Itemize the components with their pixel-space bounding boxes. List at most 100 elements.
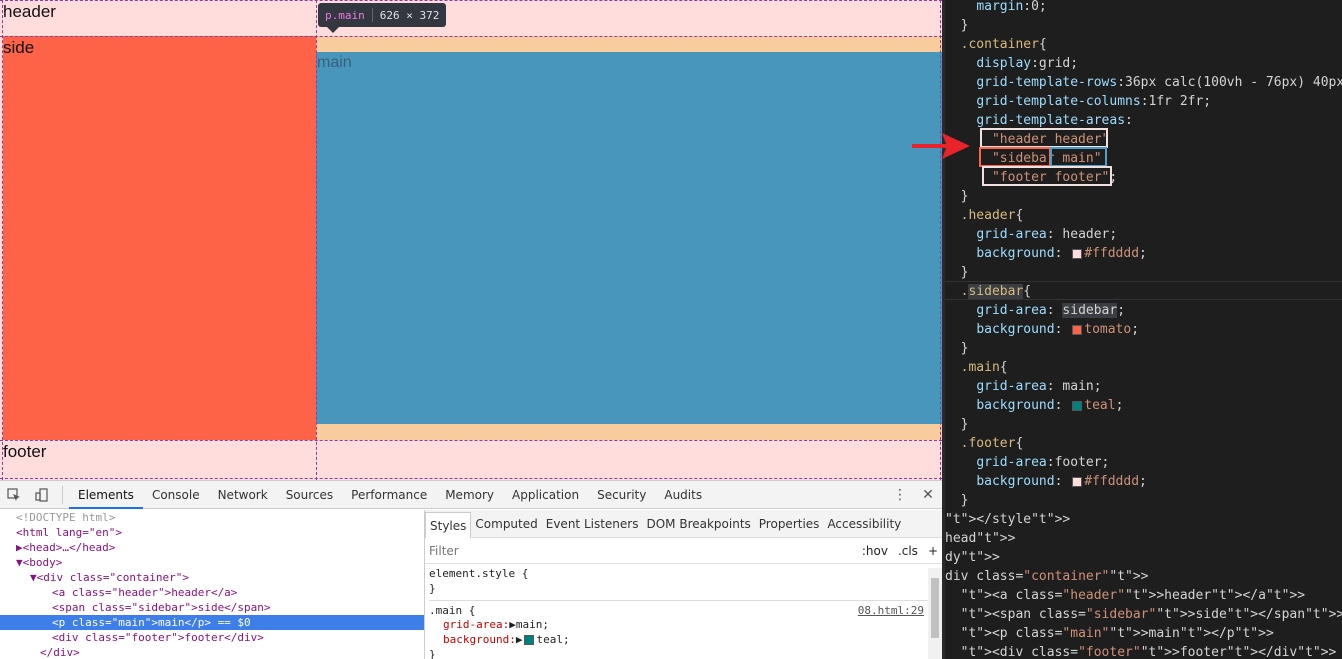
tree-node-container-close[interactable]: </div> [0,645,424,659]
code-line[interactable]: grid-area: sidebar; [945,301,1125,320]
tree-node-body[interactable]: ▼<body> [0,555,424,570]
code-line[interactable]: } [945,339,969,358]
styles-tabbar: Styles Computed Event Listeners DOM Brea… [425,510,942,538]
tree-node-html[interactable]: <html lang="en"> [0,525,424,540]
tab-computed[interactable]: Computed [471,510,541,538]
devtools-tabbar: Elements Console Network Sources Perform… [0,481,942,509]
grid-area-value: main; [515,618,549,631]
teal-swatch-icon[interactable] [524,635,535,645]
code-line[interactable]: } [945,415,969,434]
code-line[interactable]: dy"t">> [945,548,1000,567]
tab-console[interactable]: Console [143,481,209,509]
tab-application[interactable]: Application [503,481,588,509]
inspect-element-icon[interactable] [0,481,28,509]
tooltip-pointer [327,27,339,33]
tree-node-doctype[interactable]: <!DOCTYPE html> [0,510,424,525]
main-area-outline [1050,147,1107,167]
more-options-icon[interactable]: ⋮ [886,481,914,509]
tab-accessibility[interactable]: Accessibility [823,510,905,538]
code-line[interactable]: "t"></style"t">> [945,510,1070,529]
code-line[interactable]: head"t">> [945,529,1015,548]
code-line[interactable]: "t"><span class="sidebar""t">>side"t"></… [945,605,1342,624]
background-declaration[interactable]: background:▶ teal; [429,632,938,647]
tree-node-head[interactable]: ▶<head>…</head> [0,540,424,555]
grid-sidebar-area [3,36,316,440]
code-line[interactable]: div class="container""t">> [945,567,1149,586]
tooltip-divider [371,8,373,22]
grid-header-area [0,0,942,36]
element-style-rule[interactable]: element.style { [429,566,938,581]
code-line[interactable]: } [945,491,969,510]
color-swatch-icon [1072,476,1083,487]
tree-node-main-selected[interactable]: <p class="main">main</p> == $0 [0,615,424,630]
code-line[interactable]: } [945,16,969,35]
header-area-outline [980,128,1108,148]
styles-scrollbar[interactable] [928,568,942,659]
main-rule-selector[interactable]: .main { [429,604,475,617]
code-line[interactable]: background: #ffdddd; [945,472,1147,491]
add-rule-icon[interactable]: + [928,544,938,558]
color-swatch-icon [1072,400,1083,411]
grid-line [0,0,942,1]
code-line[interactable]: .sidebar{ [945,282,1031,301]
code-line[interactable]: .main{ [945,358,1008,377]
elements-tree: <!DOCTYPE html> <html lang="en"> ▶<head>… [0,510,424,659]
tab-properties[interactable]: Properties [755,510,824,538]
tabbar-divider [62,485,63,504]
tab-sources[interactable]: Sources [277,481,342,509]
tab-security[interactable]: Security [588,481,655,509]
device-toolbar-icon[interactable] [28,481,56,509]
grid-line [940,0,941,480]
tree-node-container[interactable]: ▼<div class="container"> [0,570,424,585]
code-line[interactable]: margin:0; [945,0,1046,16]
code-line[interactable]: "t"><div class="footer""t">>footer"t"></… [945,643,1337,659]
tab-audits[interactable]: Audits [655,481,711,509]
tab-event-listeners[interactable]: Event Listeners [542,510,643,538]
code-line[interactable]: background: #ffdddd; [945,244,1147,263]
cls-toggle[interactable]: .cls [898,544,918,558]
tab-dom-breakpoints[interactable]: DOM Breakpoints [642,510,754,538]
code-line[interactable]: grid-area: main; [945,377,1101,396]
hov-toggle[interactable]: :hov [862,544,888,558]
styles-rules: element.style { } .main { 08.html:29 gri… [425,564,942,659]
footer-area-outline [982,166,1112,186]
tab-network[interactable]: Network [209,481,277,509]
code-line[interactable]: grid-template-columns:1fr 2fr; [945,92,1211,111]
code-line[interactable]: display:grid; [945,54,1078,73]
code-line[interactable]: .header{ [945,206,1024,225]
code-line[interactable]: grid-template-rows:36px calc(100vh - 76p… [945,73,1342,92]
code-line[interactable]: background: tomato; [945,320,1139,339]
grid-line [316,0,317,480]
tab-styles[interactable]: Styles [425,511,472,538]
code-editor[interactable]: margin:0; } .container{ display:grid; gr… [942,0,1342,659]
tab-memory[interactable]: Memory [436,481,503,509]
grid-line [0,478,942,479]
tree-node-sidebar[interactable]: <span class="sidebar">side</span> [0,600,424,615]
close-icon[interactable]: ✕ [914,481,942,509]
scrollbar-thumb[interactable] [931,578,939,638]
code-line[interactable]: grid-area: header; [945,225,1117,244]
code-line[interactable]: grid-area:footer; [945,453,1109,472]
code-line[interactable]: background: teal; [945,396,1123,415]
code-line[interactable]: .container{ [945,35,1047,54]
grid-main-area [316,52,942,424]
red-arrow-icon [912,133,970,159]
code-line[interactable]: "t"><a class="header""t">>header"t"></a"… [945,586,1305,605]
sidebar-text: side [3,38,35,57]
main-text: main [317,54,352,71]
code-line[interactable]: .footer{ [945,434,1024,453]
code-line[interactable]: } [945,263,969,282]
grid-line [0,36,942,37]
devtools-panel: Elements Console Network Sources Perform… [0,480,942,659]
tree-node-footer[interactable]: <div class="footer">footer</div> [0,630,424,645]
code-line[interactable]: } [945,187,969,206]
tree-node-header[interactable]: <a class="header">header</a> [0,585,424,600]
rule-source-link[interactable]: 08.html:29 [858,603,924,618]
grid-area-declaration[interactable]: grid-area:▶main; [429,617,938,632]
tab-performance[interactable]: Performance [342,481,436,509]
element-inspect-tooltip: p.main 626 × 372 [318,3,447,27]
code-line[interactable]: "t"><p class="main""t">>main"t"></p"t">> [945,624,1274,643]
header-link[interactable]: header [3,2,56,22]
filter-input[interactable]: Filter [429,544,459,558]
tab-elements[interactable]: Elements [69,481,143,509]
